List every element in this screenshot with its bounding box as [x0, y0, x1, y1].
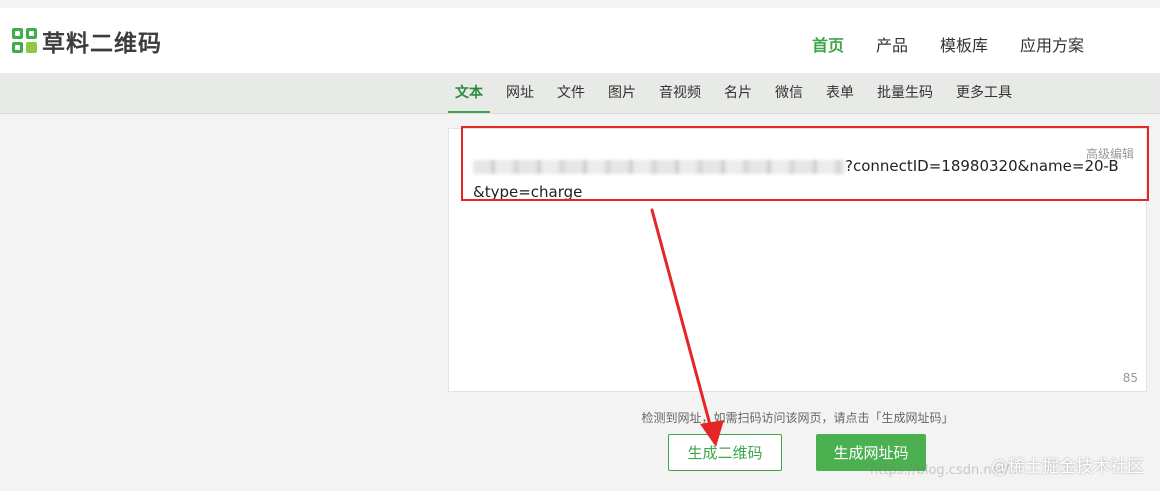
char-count: 85 — [1122, 371, 1138, 385]
tab-text[interactable]: 文本 — [448, 73, 490, 113]
site-logo[interactable]: 草料二维码 — [12, 26, 162, 57]
tab-image[interactable]: 图片 — [601, 73, 643, 113]
qrcode-logo-icon — [12, 28, 38, 54]
nav-item-templates[interactable]: 模板库 — [940, 32, 988, 56]
generate-qrcode-button[interactable]: 生成二维码 — [668, 434, 782, 471]
logo-text: 草料二维码 — [42, 31, 162, 57]
tab-wechat[interactable]: 微信 — [768, 73, 810, 113]
nav-item-home[interactable]: 首页 — [812, 32, 844, 56]
tab-batch[interactable]: 批量生码 — [870, 73, 940, 113]
tab-form[interactable]: 表单 — [819, 73, 861, 113]
sub-nav-bar: 文本 网址 文件 图片 音视频 名片 微信 表单 批量生码 更多工具 — [0, 73, 1160, 114]
tab-audio-video[interactable]: 音视频 — [652, 73, 708, 113]
content-type-tabs: 文本 网址 文件 图片 音视频 名片 微信 表单 批量生码 更多工具 — [448, 73, 1028, 113]
nav-item-solutions[interactable]: 应用方案 — [1020, 32, 1084, 56]
tab-url[interactable]: 网址 — [499, 73, 541, 113]
content-editor[interactable]: 高级编辑 ?connectID=18980320&name=20-B&type=… — [448, 128, 1147, 392]
blurred-url-prefix — [473, 159, 845, 174]
page: 草料二维码 首页 产品 模板库 应用方案 文本 网址 文件 图片 音视频 名片 … — [0, 0, 1160, 491]
tab-file[interactable]: 文件 — [550, 73, 592, 113]
main-nav: 首页 产品 模板库 应用方案 — [780, 32, 1084, 56]
url-detected-hint: 检测到网址，如需扫码访问该网页，请点击「生成网址码」 — [641, 411, 954, 425]
tab-more-tools[interactable]: 更多工具 — [949, 73, 1019, 113]
editor-content[interactable]: ?connectID=18980320&name=20-B&type=charg… — [473, 153, 1123, 205]
watermark-main: @稀土掘金技术社区 — [991, 457, 1144, 477]
nav-item-products[interactable]: 产品 — [876, 32, 908, 56]
tab-business-card[interactable]: 名片 — [717, 73, 759, 113]
site-header: 草料二维码 首页 产品 模板库 应用方案 — [0, 0, 1160, 73]
